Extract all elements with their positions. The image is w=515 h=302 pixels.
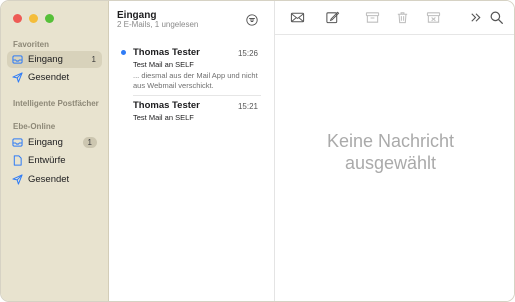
message-viewer: Keine Nachricht ausgewählt (275, 1, 514, 301)
zoom-window-button[interactable] (45, 14, 54, 23)
smart-mailboxes-section-title: Intelligente Postfächer (13, 99, 99, 108)
empty-state-line-2: ausgewählt (344, 153, 437, 173)
junk-icon (426, 10, 441, 25)
sidebar-item-account-sent[interactable]: Gesendet (7, 171, 102, 188)
sidebar: Favoriten Eingang 1 Gesendet Intelligent… (1, 1, 109, 301)
message-divider (133, 95, 261, 96)
inbox-icon (12, 137, 23, 148)
message-subject: Test Mail an SELF (133, 113, 194, 122)
message-time: 15:21 (237, 102, 258, 111)
sidebar-item-favorites-inbox[interactable]: Eingang 1 (7, 51, 102, 68)
inbox-icon (12, 54, 23, 65)
compose-icon[interactable] (325, 10, 340, 25)
message-subject: Test Mail an SELF (133, 60, 194, 69)
message-sender: Thomas Tester (133, 100, 200, 111)
toolbar-divider (275, 34, 514, 35)
sidebar-item-account-inbox[interactable]: Eingang 1 (7, 134, 102, 151)
unread-count-badge: 1 (82, 137, 97, 148)
filter-icon[interactable] (246, 13, 258, 26)
message-sender: Thomas Tester (133, 47, 200, 58)
paperplane-icon (12, 72, 23, 83)
search-icon[interactable] (489, 10, 504, 25)
message-preview: ... diesmal aus der Mail App und nicht a… (133, 71, 258, 90)
close-window-button[interactable] (13, 14, 22, 23)
minimize-window-button[interactable] (29, 14, 38, 23)
unread-indicator (121, 50, 126, 55)
chevron-double-right-icon[interactable] (468, 10, 483, 25)
favorites-section-title: Favoriten (13, 40, 50, 49)
sidebar-item-label: Entwürfe (28, 155, 66, 166)
mailbox-subtitle: 2 E-Mails, 1 ungelesen (117, 20, 199, 29)
document-icon (12, 155, 23, 166)
message-list: Eingang 2 E-Mails, 1 ungelesen Thomas Te… (109, 1, 275, 301)
account-section-title: Ebe-Online (13, 122, 56, 131)
empty-state-line-1: Keine Nachricht (326, 131, 455, 151)
sidebar-item-label: Gesendet (28, 174, 70, 185)
sidebar-item-account-drafts[interactable]: Entwürfe (7, 152, 102, 169)
sidebar-item-favorites-sent[interactable]: Gesendet (7, 69, 102, 86)
message-row[interactable]: Thomas Tester 15:26 Test Mail an SELF ..… (109, 45, 275, 95)
archive-icon (365, 10, 380, 25)
sidebar-item-label: Gesendet (28, 72, 70, 83)
mail-window: Favoriten Eingang 1 Gesendet Intelligent… (0, 0, 515, 302)
paperplane-icon (12, 174, 23, 185)
message-time: 15:26 (237, 49, 258, 58)
sidebar-item-label: Eingang (28, 137, 63, 148)
message-row[interactable]: Thomas Tester 15:21 Test Mail an SELF (109, 98, 275, 128)
envelope-icon[interactable] (290, 10, 305, 25)
window-controls (13, 14, 54, 23)
sidebar-item-label: Eingang (28, 54, 63, 65)
trash-icon (395, 10, 410, 25)
unread-count-badge: 1 (91, 55, 96, 64)
no-message-selected-text: Keine Nachricht ausgewählt (275, 130, 506, 174)
